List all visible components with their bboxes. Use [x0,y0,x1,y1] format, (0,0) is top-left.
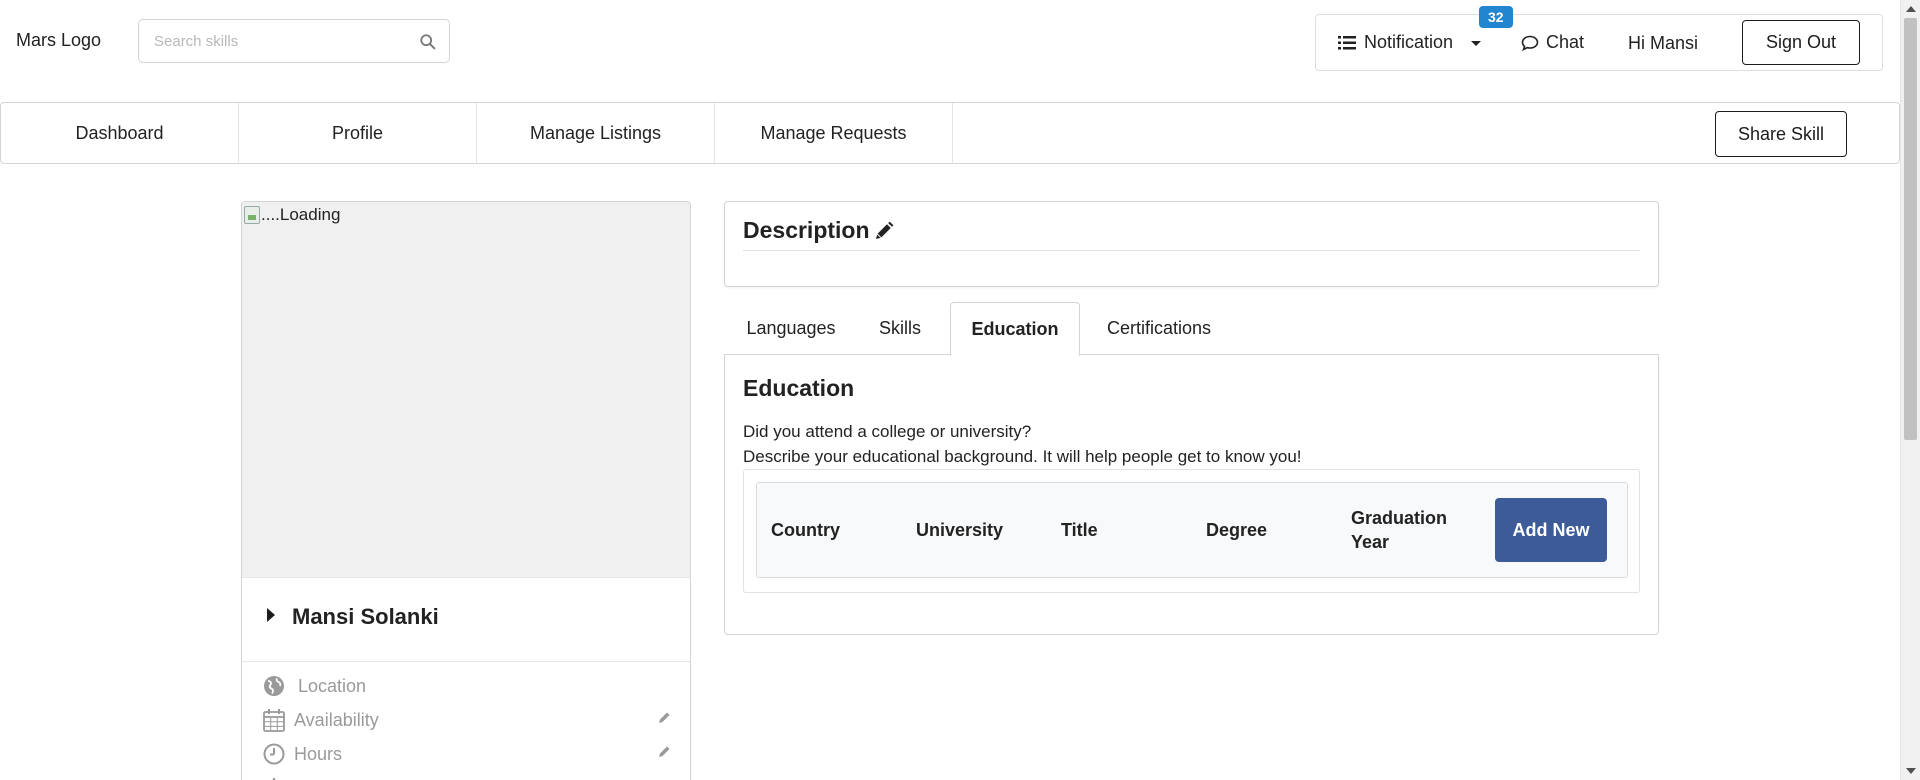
search-input[interactable] [139,20,399,62]
column-graduation-year: Graduation Year [1351,507,1448,552]
column-degree: Degree [1206,519,1268,540]
education-title: Education [743,375,855,401]
share-skill-button[interactable]: Share Skill [1715,111,1847,157]
notification-count-badge: 32 [1479,6,1513,28]
notification-dropdown[interactable]: Notification [1338,15,1487,70]
page-scrollbar[interactable] [1900,0,1920,780]
scroll-up-arrow-icon[interactable] [1906,6,1916,12]
dollar-icon [262,776,286,780]
chat-icon [1521,35,1539,51]
list-icon [1338,35,1356,49]
chat-link[interactable]: Chat [1521,15,1584,70]
top-menu: Notification 32 Chat Hi Mansi Sign Out [1315,6,1883,71]
education-question: Did you attend a college or university? [743,422,1032,441]
clock-icon [262,742,286,766]
location-row[interactable]: Location [262,672,672,700]
globe-icon [262,674,286,698]
column-university: University [916,519,1004,540]
add-new-button[interactable]: Add New [1495,498,1607,562]
education-table-header: Country University Title Degree Graduati… [756,482,1628,578]
availability-label: Availability [294,709,379,730]
column-country: Country [771,519,840,540]
profile-photo[interactable]: ....Loading [242,202,690,578]
broken-image-icon [244,206,260,224]
scroll-down-arrow-icon[interactable] [1906,768,1916,774]
profile-card: ....Loading Mansi Solanki Location Avail… [241,201,691,780]
caret-right-icon[interactable] [267,608,275,622]
education-description: Describe your educational background. It… [743,447,1302,466]
edit-availability-icon[interactable] [656,710,672,726]
search-box[interactable] [138,19,450,63]
edit-hours-icon[interactable] [656,744,672,760]
profile-tabs: Languages Skills Education Certification… [724,302,1659,356]
chat-label: Chat [1546,32,1585,52]
tab-education[interactable]: Education [950,302,1080,356]
scrollbar-thumb[interactable] [1904,18,1917,440]
profile-name: Mansi Solanki [292,604,439,629]
broken-image: ....Loading [244,205,340,225]
description-header: Description [743,217,894,244]
description-divider [743,250,1640,251]
nav-dashboard[interactable]: Dashboard [1,103,239,163]
earn-target-row[interactable] [262,774,672,780]
logo[interactable]: Mars Logo [16,30,101,51]
hours-label: Hours [294,743,343,764]
education-table-wrapper: Country University Title Degree Graduati… [743,469,1640,593]
header: Mars Logo Notification 32 Chat [0,0,1900,84]
main-nav: Dashboard Profile Manage Listings Manage… [0,102,1900,164]
notification-label: Notification [1364,32,1454,52]
calendar-icon [262,708,286,732]
tab-certifications[interactable]: Certifications [1080,302,1238,355]
user-greeting: Hi Mansi [1628,33,1699,53]
sign-out-button[interactable]: Sign Out [1742,20,1860,65]
education-panel: Education Did you attend a college or un… [724,354,1659,635]
nav-profile[interactable]: Profile [239,103,477,163]
hours-row[interactable]: Hours [262,740,672,768]
description-title: Description [743,217,870,243]
image-alt-text: ....Loading [261,205,341,224]
column-title: Title [1061,519,1098,540]
location-label: Location [298,675,367,696]
availability-row[interactable]: Availability [262,706,672,734]
caret-down-icon [1471,40,1482,46]
pencil-icon[interactable] [874,221,894,241]
search-icon[interactable] [419,33,437,51]
nav-manage-listings[interactable]: Manage Listings [477,103,715,163]
tab-skills[interactable]: Skills [858,302,942,355]
nav-manage-requests[interactable]: Manage Requests [715,103,953,163]
tab-languages[interactable]: Languages [724,302,858,355]
profile-name-row[interactable]: Mansi Solanki [242,578,690,662]
description-card: Description [724,201,1659,287]
